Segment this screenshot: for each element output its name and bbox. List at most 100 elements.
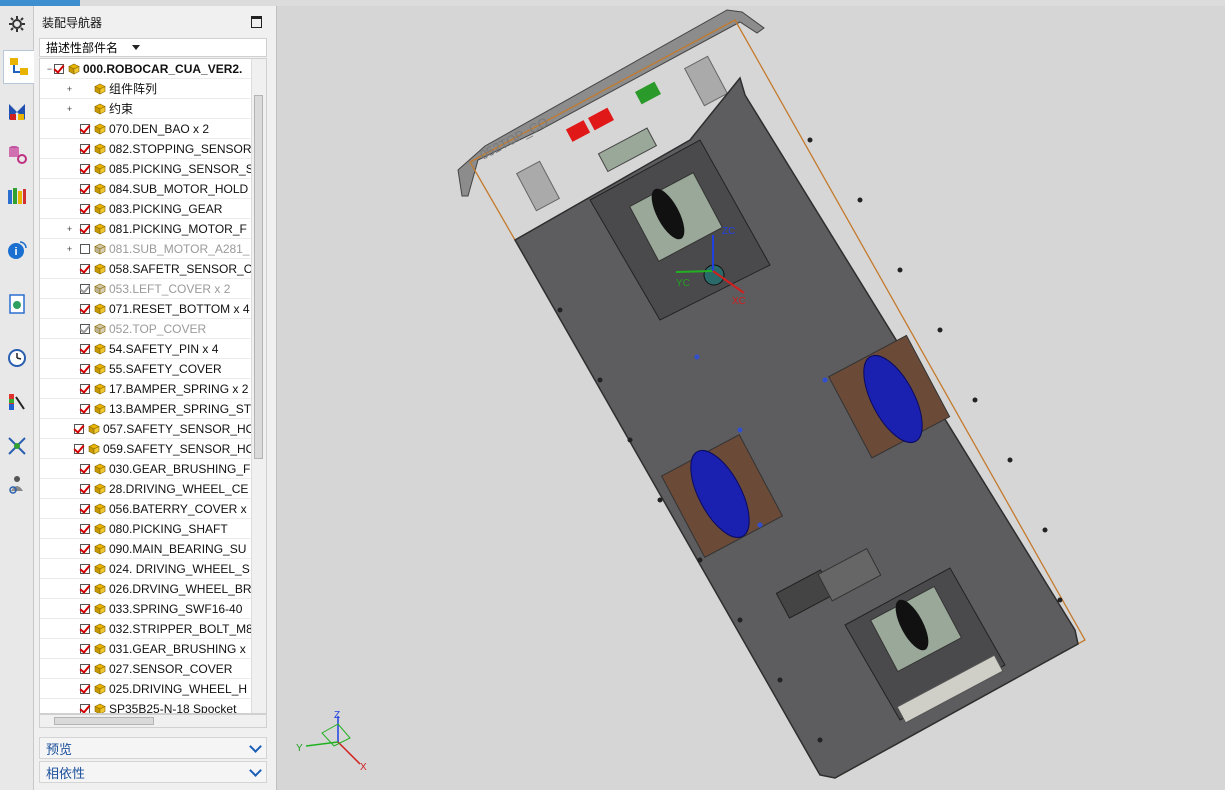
part-navigator-icon[interactable]	[2, 138, 31, 170]
visibility-checkbox[interactable]	[80, 123, 90, 134]
visibility-checkbox[interactable]	[73, 423, 84, 434]
visibility-checkbox[interactable]	[80, 363, 90, 374]
tree-row[interactable]: 084.SUB_MOTOR_HOLD	[40, 179, 255, 199]
robocar-3d-model[interactable]: ZC YC XC 052TOP_CO Z Y X	[277, 6, 1225, 790]
graphics-viewport[interactable]: ZC YC XC 052TOP_CO Z Y X	[277, 6, 1225, 790]
scrollbar-thumb[interactable]	[254, 95, 263, 459]
tree-vertical-scrollbar[interactable]	[251, 59, 266, 713]
component-icon	[94, 583, 106, 594]
tree-row[interactable]: 085.PICKING_SENSOR_S	[40, 159, 255, 179]
visibility-checkbox[interactable]	[80, 183, 90, 194]
tree-row[interactable]: 28.DRIVING_WHEEL_CE	[40, 479, 255, 499]
tree-row[interactable]: 071.RESET_BOTTOM x 4	[40, 299, 255, 319]
roles-icon[interactable]	[2, 468, 31, 500]
assembly-navigator-icon[interactable]	[3, 50, 34, 84]
visibility-checkbox[interactable]	[80, 523, 90, 534]
visibility-checkbox[interactable]	[80, 383, 90, 394]
expand-toggle-icon[interactable]: +	[66, 84, 73, 94]
tree-row[interactable]: 027.SENSOR_COVER	[40, 659, 255, 679]
reuse-library-icon[interactable]	[2, 180, 31, 212]
sort-dropdown-icon[interactable]	[132, 45, 141, 50]
tree-row[interactable]: 025.DRIVING_WHEEL_H	[40, 679, 255, 699]
tree-row[interactable]: SP35B25-N-18 Spocket	[40, 699, 255, 713]
visibility-checkbox[interactable]	[80, 263, 90, 274]
tree-row-label: 052.TOP_COVER	[109, 321, 207, 336]
maximize-icon[interactable]	[251, 16, 262, 28]
visibility-checkbox[interactable]	[80, 483, 90, 494]
visibility-checkbox[interactable]	[80, 543, 90, 554]
visibility-checkbox[interactable]	[80, 223, 90, 234]
tree-row[interactable]: 033.SPRING_SWF16-40	[40, 599, 255, 619]
visibility-checkbox[interactable]	[80, 283, 90, 294]
expand-toggle-icon[interactable]: +	[66, 244, 73, 254]
tree-row[interactable]: 17.BAMPER_SPRING x 2	[40, 379, 255, 399]
visibility-checkbox[interactable]	[80, 703, 90, 713]
resource-bar: i	[0, 6, 34, 790]
info-icon[interactable]: i	[2, 234, 31, 266]
system-materials-icon[interactable]	[2, 386, 31, 418]
dependencies-panel-header[interactable]: 相依性	[39, 761, 267, 783]
constraint-navigator-icon[interactable]	[2, 96, 31, 128]
web-browser-icon[interactable]	[2, 288, 31, 320]
visibility-checkbox[interactable]	[80, 463, 90, 474]
visibility-checkbox[interactable]	[80, 623, 90, 634]
tree-row[interactable]: 052.TOP_COVER	[40, 319, 255, 339]
visibility-checkbox[interactable]	[73, 443, 84, 454]
tree-row[interactable]: 057.SAFETY_SENSOR_HO	[40, 419, 255, 439]
visibility-checkbox[interactable]	[80, 683, 90, 694]
visibility-checkbox[interactable]	[80, 663, 90, 674]
expand-toggle-icon[interactable]: +	[66, 224, 73, 234]
tree-row[interactable]: + 约束	[40, 99, 255, 119]
chevron-down-icon[interactable]	[249, 739, 262, 753]
view-triad[interactable]: Z Y X	[296, 710, 367, 773]
tree-row[interactable]: 080.PICKING_SHAFT	[40, 519, 255, 539]
component-icon	[94, 283, 106, 294]
visibility-checkbox[interactable]	[80, 203, 90, 214]
tree-row[interactable]: + 组件阵列	[40, 79, 255, 99]
tree-row[interactable]: 090.MAIN_BEARING_SU	[40, 539, 255, 559]
visibility-checkbox[interactable]	[80, 343, 90, 354]
tree-row-label: 033.SPRING_SWF16-40	[109, 601, 243, 616]
visibility-checkbox[interactable]	[80, 243, 90, 254]
visibility-checkbox[interactable]	[80, 303, 90, 314]
tree-row[interactable]: 083.PICKING_GEAR	[40, 199, 255, 219]
visibility-checkbox[interactable]	[80, 563, 90, 574]
tree-row[interactable]: 54.SAFETY_PIN x 4	[40, 339, 255, 359]
expand-toggle-icon[interactable]: −	[46, 64, 53, 74]
tree-row[interactable]: 55.SAFETY_COVER	[40, 359, 255, 379]
visibility-checkbox[interactable]	[80, 503, 90, 514]
tree-row[interactable]: 058.SAFETR_SENSOR_O	[40, 259, 255, 279]
tree-horizontal-scrollbar[interactable]	[39, 714, 267, 728]
component-icon	[94, 643, 106, 654]
history-icon[interactable]	[2, 342, 31, 374]
tree-row[interactable]: 082.STOPPING_SENSOR	[40, 139, 255, 159]
chevron-down-icon[interactable]	[249, 763, 262, 777]
process-studio-icon[interactable]	[2, 430, 31, 462]
tree-row[interactable]: 059.SAFETY_SENSOR_HO	[40, 439, 255, 459]
tree-row[interactable]: 032.STRIPPER_BOLT_M8	[40, 619, 255, 639]
tree-row[interactable]: 070.DEN_BAO x 2	[40, 119, 255, 139]
tree-row[interactable]: 056.BATERRY_COVER x	[40, 499, 255, 519]
visibility-checkbox[interactable]	[54, 63, 64, 74]
visibility-checkbox[interactable]	[80, 323, 90, 334]
visibility-checkbox[interactable]	[80, 603, 90, 614]
tree-row[interactable]: 026.DRVING_WHEEL_BR	[40, 579, 255, 599]
preview-panel-header[interactable]: 预览	[39, 737, 267, 759]
column-header[interactable]: 描述性部件名	[39, 38, 267, 57]
scrollbar-thumb[interactable]	[54, 717, 154, 725]
visibility-checkbox[interactable]	[80, 403, 90, 414]
visibility-checkbox[interactable]	[80, 143, 90, 154]
tree-row[interactable]: 030.GEAR_BRUSHING_F	[40, 459, 255, 479]
tree-row[interactable]: 053.LEFT_COVER x 2	[40, 279, 255, 299]
tree-row[interactable]: 031.GEAR_BRUSHING x	[40, 639, 255, 659]
tree-root-row[interactable]: − 000.ROBOCAR_CUA_VER2.	[40, 59, 255, 79]
tree-row[interactable]: +081.SUB_MOTOR_A281_	[40, 239, 255, 259]
visibility-checkbox[interactable]	[80, 163, 90, 174]
settings-icon[interactable]	[2, 8, 31, 40]
tree-row[interactable]: 13.BAMPER_SPRING_ST	[40, 399, 255, 419]
visibility-checkbox[interactable]	[80, 583, 90, 594]
visibility-checkbox[interactable]	[80, 643, 90, 654]
tree-row[interactable]: +081.PICKING_MOTOR_F	[40, 219, 255, 239]
expand-toggle-icon[interactable]: +	[66, 104, 73, 114]
tree-row[interactable]: 024. DRIVING_WHEEL_S	[40, 559, 255, 579]
